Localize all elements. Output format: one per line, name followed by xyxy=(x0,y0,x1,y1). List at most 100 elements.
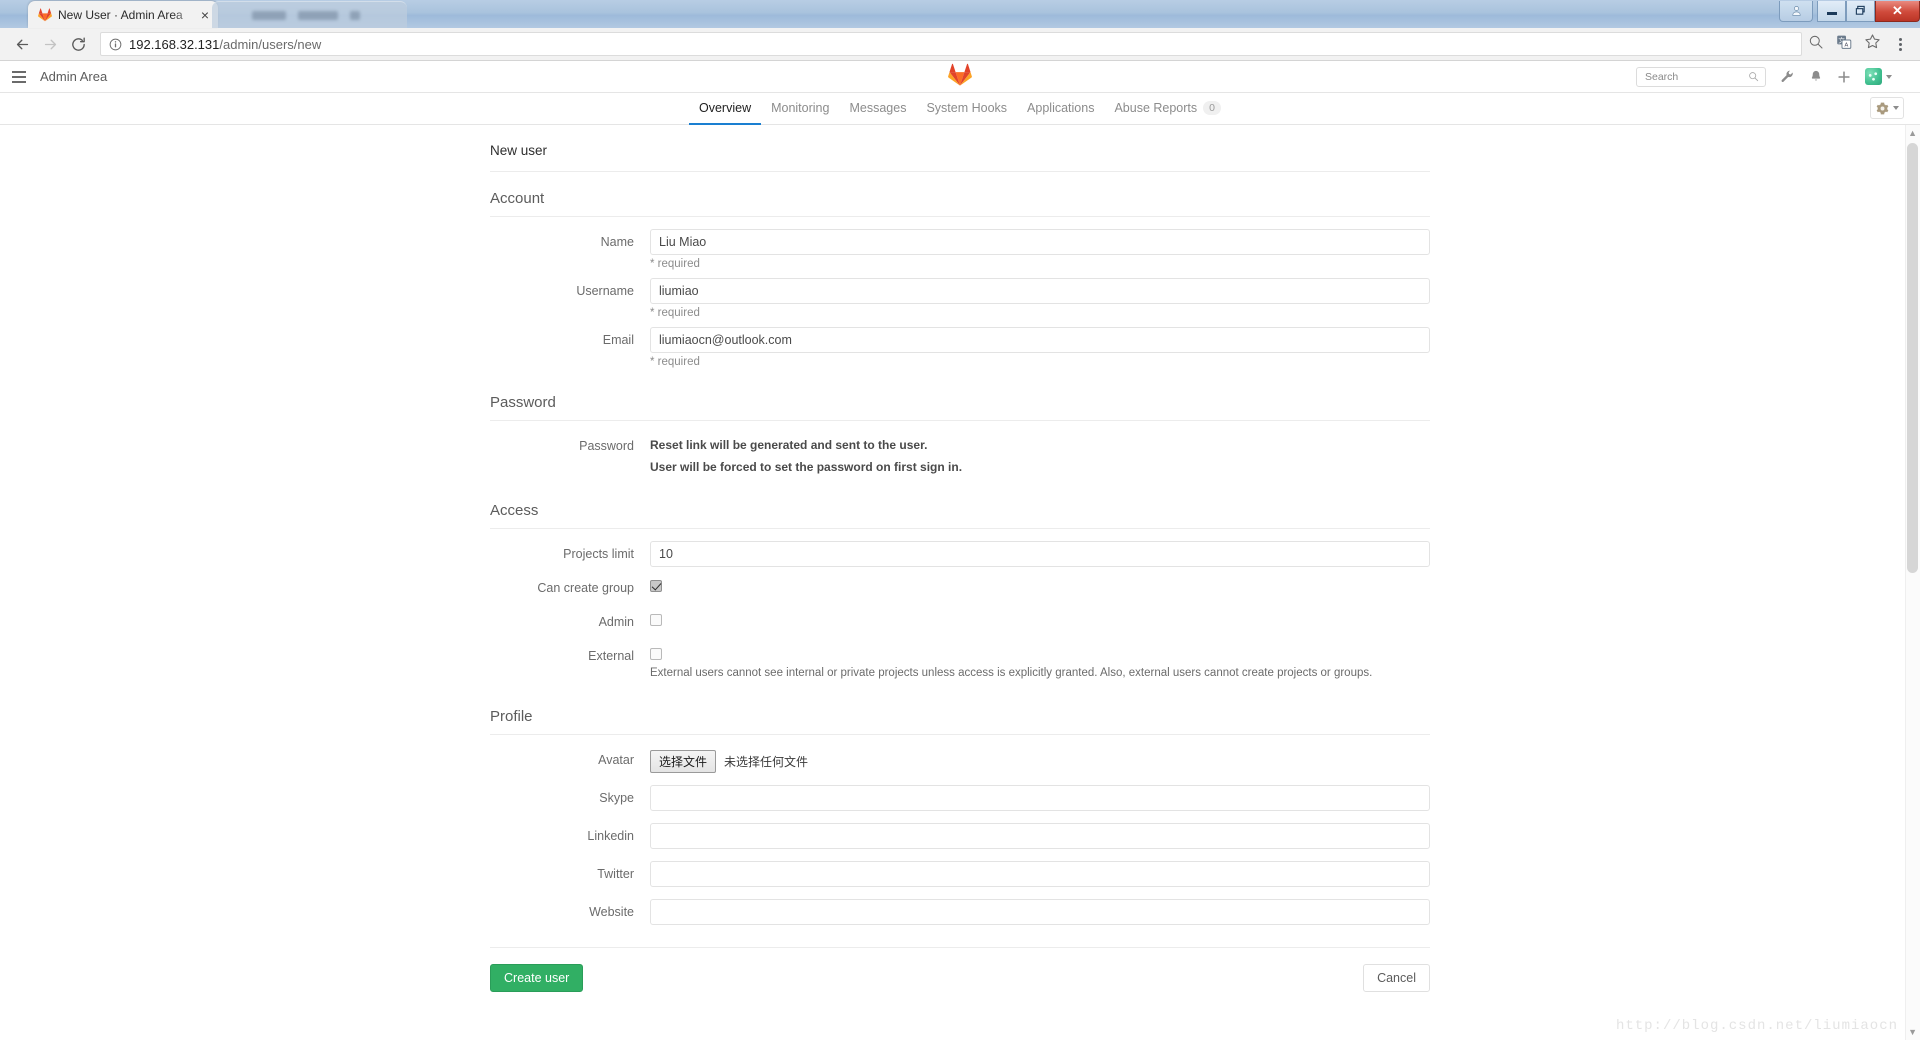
subnav-item-monitoring[interactable]: Monitoring xyxy=(761,93,839,125)
field-row-email: Email * required xyxy=(490,327,1430,368)
subnav-item-applications[interactable]: Applications xyxy=(1017,93,1104,125)
gitlab-tanuki-icon xyxy=(948,63,972,86)
external-checkbox[interactable] xyxy=(650,648,662,661)
sidebar-toggle-icon[interactable] xyxy=(12,70,26,83)
subnav-item-messages[interactable]: Messages xyxy=(839,93,916,125)
notifications-bell-icon[interactable] xyxy=(1809,69,1823,84)
forward-button xyxy=(36,30,64,58)
window-minimize-button[interactable] xyxy=(1817,0,1846,22)
subnav-item-system-hooks[interactable]: System Hooks xyxy=(916,93,1017,125)
projects-limit-input[interactable] xyxy=(650,541,1430,568)
user-menu[interactable] xyxy=(1865,68,1892,85)
browser-menu-button[interactable] xyxy=(1893,37,1908,51)
scroll-down-icon[interactable]: ▼ xyxy=(1908,1027,1917,1037)
section-heading-profile: Profile xyxy=(490,690,1430,736)
cancel-button[interactable]: Cancel xyxy=(1363,964,1430,993)
bookmark-star-icon[interactable] xyxy=(1864,33,1881,55)
tab-close-icon[interactable]: × xyxy=(198,8,212,22)
admin-subnav: Overview Monitoring Messages System Hook… xyxy=(0,93,1920,125)
linkedin-input[interactable] xyxy=(650,823,1430,850)
back-button[interactable] xyxy=(8,30,36,58)
avatar-label: Avatar xyxy=(598,753,634,768)
create-user-button[interactable]: Create user xyxy=(490,964,584,993)
window-restore-button[interactable] xyxy=(1846,0,1875,22)
website-input[interactable] xyxy=(650,899,1430,926)
scrollbar-thumb[interactable] xyxy=(1907,143,1918,573)
username-required-hint: * required xyxy=(650,307,700,319)
can-create-group-checkbox[interactable] xyxy=(650,580,662,593)
scroll-up-icon[interactable]: ▲ xyxy=(1908,128,1917,138)
browser-tab-active[interactable]: New User · Admin Area × xyxy=(28,1,218,28)
subnav-label: Abuse Reports xyxy=(1114,101,1198,115)
email-input[interactable] xyxy=(650,327,1430,353)
translate-icon[interactable]: 文 A xyxy=(1836,34,1852,55)
gitlab-navbar: Admin Area xyxy=(0,61,1920,93)
subnav-label: System Hooks xyxy=(926,101,1008,115)
info-circle-icon xyxy=(109,38,122,50)
watermark-url: http://blog.csdn.net/liumiaocn xyxy=(1615,1018,1898,1034)
browser-tab-inactive[interactable] xyxy=(212,1,407,28)
wrench-icon xyxy=(1781,70,1793,83)
gitlab-favicon-icon xyxy=(38,7,52,21)
gear-icon xyxy=(1876,102,1888,114)
admin-checkbox[interactable] xyxy=(650,614,662,627)
twitter-input[interactable] xyxy=(650,861,1430,888)
avatar xyxy=(1865,68,1882,85)
browser-toolbar: 192.168.32.131/admin/users/new 文 A xyxy=(0,28,1920,61)
admin-label: Admin xyxy=(598,615,634,630)
magnifier-minus-icon xyxy=(1809,35,1823,49)
admin-area-label: Admin Area xyxy=(40,69,108,84)
subnav-item-abuse-reports[interactable]: Abuse Reports 0 xyxy=(1104,93,1231,125)
field-row-website: Website xyxy=(490,899,1430,926)
window-close-button[interactable]: ✕ xyxy=(1875,0,1920,22)
chevron-down-icon xyxy=(1886,74,1892,79)
admin-wrench-icon[interactable] xyxy=(1780,69,1795,84)
reload-button[interactable] xyxy=(64,30,92,58)
search-icon xyxy=(1749,72,1759,82)
linkedin-label: Linkedin xyxy=(587,829,634,844)
browser-tab-title: New User · Admin Area xyxy=(58,7,183,22)
username-label: Username xyxy=(576,284,634,298)
zoom-out-icon[interactable] xyxy=(1808,34,1824,55)
selected-file-name: 未选择任何文件 xyxy=(724,755,809,770)
page-title: New user xyxy=(490,143,1430,172)
browser-toolbar-icons: 文 A xyxy=(1808,33,1912,55)
chevron-down-icon xyxy=(1892,106,1899,110)
section-heading-password: Password xyxy=(490,376,1430,421)
name-label: Name xyxy=(600,235,634,249)
subnav-label: Overview xyxy=(699,101,752,115)
language-translate-icon: 文 A xyxy=(1837,35,1852,49)
user-icon xyxy=(1791,6,1801,16)
field-row-projects-limit: Projects limit xyxy=(490,541,1430,568)
field-row-linkedin: Linkedin xyxy=(490,823,1430,850)
twitter-label: Twitter xyxy=(597,867,634,882)
subnav-item-overview[interactable]: Overview xyxy=(689,93,762,125)
window-user-button[interactable] xyxy=(1779,0,1813,22)
gitlab-logo[interactable] xyxy=(948,63,972,92)
projects-limit-label: Projects limit xyxy=(563,547,634,562)
username-input[interactable] xyxy=(650,278,1430,304)
star-icon xyxy=(1865,34,1880,49)
search-box[interactable] xyxy=(1636,66,1766,87)
page-scrollbar[interactable]: ▲ ▼ xyxy=(1905,125,1920,1040)
navbar-right-controls xyxy=(1636,66,1920,87)
choose-file-button[interactable]: 选择文件 xyxy=(650,750,717,774)
skype-label: Skype xyxy=(599,791,634,806)
name-input[interactable] xyxy=(650,229,1430,255)
search-input[interactable] xyxy=(1643,69,1748,84)
site-info-icon[interactable] xyxy=(109,38,122,51)
external-label: External xyxy=(588,649,634,664)
can-create-group-label: Can create group xyxy=(537,581,634,596)
subnav-label: Monitoring xyxy=(771,101,830,115)
blurred-tab-content xyxy=(222,10,360,20)
restore-icon xyxy=(1855,5,1865,15)
arrow-right-icon xyxy=(44,39,56,49)
avatar-file-input[interactable]: 选择文件 未选择任何文件 xyxy=(650,747,1430,774)
subnav-items: Overview Monitoring Messages System Hook… xyxy=(689,93,1231,125)
new-item-plus-icon[interactable] xyxy=(1837,70,1851,84)
reload-icon xyxy=(71,36,85,51)
skype-input[interactable] xyxy=(650,785,1430,812)
address-bar[interactable]: 192.168.32.131/admin/users/new xyxy=(100,32,1802,56)
settings-dropdown-button[interactable] xyxy=(1870,97,1904,119)
field-row-username: Username * required xyxy=(490,278,1430,319)
